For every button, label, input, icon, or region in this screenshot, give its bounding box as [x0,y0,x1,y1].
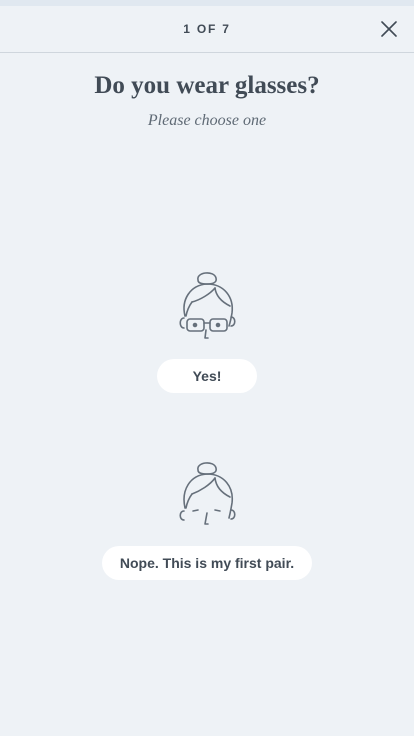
header-bar: 1 OF 7 [0,6,414,53]
face-with-glasses-icon[interactable] [170,266,244,346]
page-subtitle: Please choose one [147,112,267,129]
option-no-label: Nope. This is my first pair. [119,555,295,571]
page-title: Do you wear glasses? [94,72,320,99]
option-yes-label: Yes! [192,368,222,384]
step-indicator: 1 OF 7 [183,22,231,36]
face-without-glasses-icon[interactable] [170,456,244,536]
close-button[interactable] [378,18,400,40]
close-icon [381,21,397,37]
option-no-button[interactable]: Nope. This is my first pair. [102,546,312,580]
option-yes-button[interactable]: Yes! [157,359,257,393]
